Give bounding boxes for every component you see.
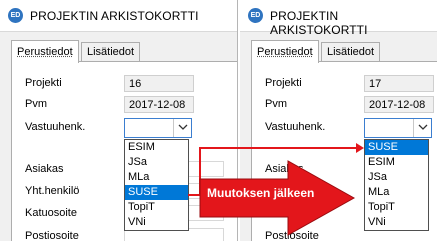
chevron-down-icon[interactable] [413,119,431,137]
tab-lisatiedot[interactable]: Lisätiedot [81,42,141,62]
dropdown-item-selected[interactable]: SUSE [365,140,428,155]
dropdown-item[interactable]: TopiT [365,200,428,215]
title-bar: ED PROJEKTIN ARKISTOKORTTI [240,0,437,37]
title-bar: ED PROJEKTIN ARKISTOKORTTI [0,0,237,32]
window-title: PROJEKTIN ARKISTOKORTTI [270,9,368,37]
pvm-field[interactable]: 2017-12-08 [124,96,194,113]
vastuuhenk-label: Vastuuhenk. [265,121,326,133]
dropdown-item[interactable]: TopiT [125,200,188,215]
chevron-down-icon[interactable] [173,119,191,137]
pvm-label: Pvm [25,98,47,110]
asiakas-label: Asiakas [25,163,64,175]
dropdown-item-selected[interactable]: SUSE [125,185,188,200]
dropdown-item[interactable]: ESIM [125,140,188,155]
postiosoite-label: Postiosoite [25,230,79,241]
arrowhead-icon [356,143,364,153]
dropdown-item[interactable]: VNi [365,215,428,230]
projekti-label: Projekti [265,77,302,89]
vastuuhenk-combo[interactable] [124,118,192,138]
vastuuhenk-combo[interactable] [364,118,432,138]
projekti-field[interactable]: 17 [364,75,434,92]
dropdown-item[interactable]: MLa [125,170,188,185]
vastuuhenk-dropdown-list[interactable]: SUSE ESIM JSa MLa TopiT VNi [364,139,429,231]
tab-perustiedot[interactable]: Perustiedot [251,40,319,63]
app-logo-icon: ED [248,8,263,23]
projekti-label: Projekti [25,77,62,89]
window-title: PROJEKTIN ARKISTOKORTTI [30,9,199,23]
dropdown-item[interactable]: JSa [125,155,188,170]
vastuuhenk-dropdown-list[interactable]: ESIM JSa MLa SUSE TopiT VNi [124,139,189,231]
tab-lisatiedot[interactable]: Lisätiedot [321,42,381,62]
dropdown-item[interactable]: MLa [365,185,428,200]
projekti-field[interactable]: 16 [124,75,194,92]
dropdown-item[interactable]: ESIM [365,155,428,170]
vastuuhenk-label: Vastuuhenk. [25,121,86,133]
annotation-text: Muutoksen jälkeen [207,186,315,200]
pvm-field[interactable]: 2017-12-08 [364,96,434,113]
app-logo-icon: ED [8,8,23,23]
tab-perustiedot[interactable]: Perustiedot [11,40,79,63]
katuosoite-label: Katuosoite [25,207,77,219]
dropdown-item[interactable]: JSa [365,170,428,185]
yht-henkilo-label: Yht.henkilö [25,185,80,197]
pvm-label: Pvm [265,98,287,110]
annotation-connector [199,147,359,149]
dropdown-item[interactable]: VNi [125,215,188,230]
